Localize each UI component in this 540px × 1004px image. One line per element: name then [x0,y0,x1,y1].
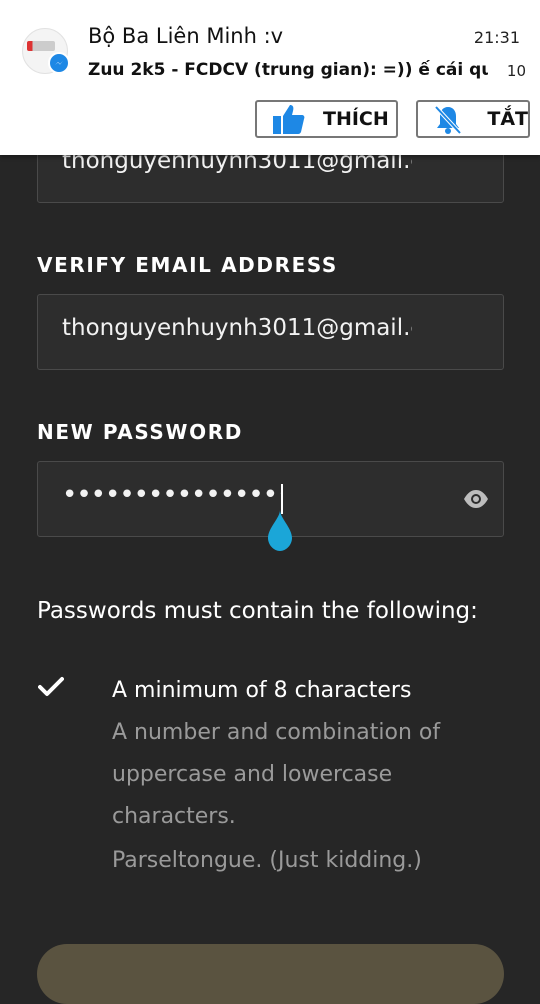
requirement-item: Parseltongue. (Just kidding.) [112,848,422,873]
requirements-title: Passwords must contain the following: [37,598,478,624]
verify-email-field[interactable]: thonguyenhuynh3011@gmail.c [37,294,504,370]
like-button-label: THÍCH [323,108,389,130]
notification-title: Bộ Ba Liên Minh :v [88,24,284,48]
mute-button[interactable]: TẮT [416,100,530,138]
verify-email-value: thonguyenhuynh3011@gmail.c [62,315,412,341]
verify-email-label: VERIFY EMAIL ADDRESS [37,253,338,277]
message-count: 10 [506,62,526,80]
text-selection-handle[interactable] [264,510,296,552]
password-value: ••••••••••••••••• [62,480,282,510]
notification-message: Zuu 2k5 - FCDCV (trung gian): =)) ế cái … [88,60,488,80]
like-button[interactable]: THÍCH [255,100,398,138]
bell-off-icon [432,102,465,136]
checkmark-icon [38,676,64,698]
submit-button[interactable] [37,944,504,1004]
messenger-icon [48,52,70,74]
notification-banner[interactable]: Bộ Ba Liên Minh :v 21:31 Zuu 2k5 - FCDCV… [0,0,540,155]
new-password-label: NEW PASSWORD [37,420,243,444]
eye-icon[interactable] [463,488,489,510]
notification-time: 21:31 [473,28,520,47]
requirement-item: A minimum of 8 characters [112,678,412,703]
mute-button-label: TẮT [487,108,528,130]
requirement-item: A number and combination of uppercase an… [112,720,441,829]
avatar-thumbnail [27,41,55,51]
thumbs-up-icon [271,102,305,136]
